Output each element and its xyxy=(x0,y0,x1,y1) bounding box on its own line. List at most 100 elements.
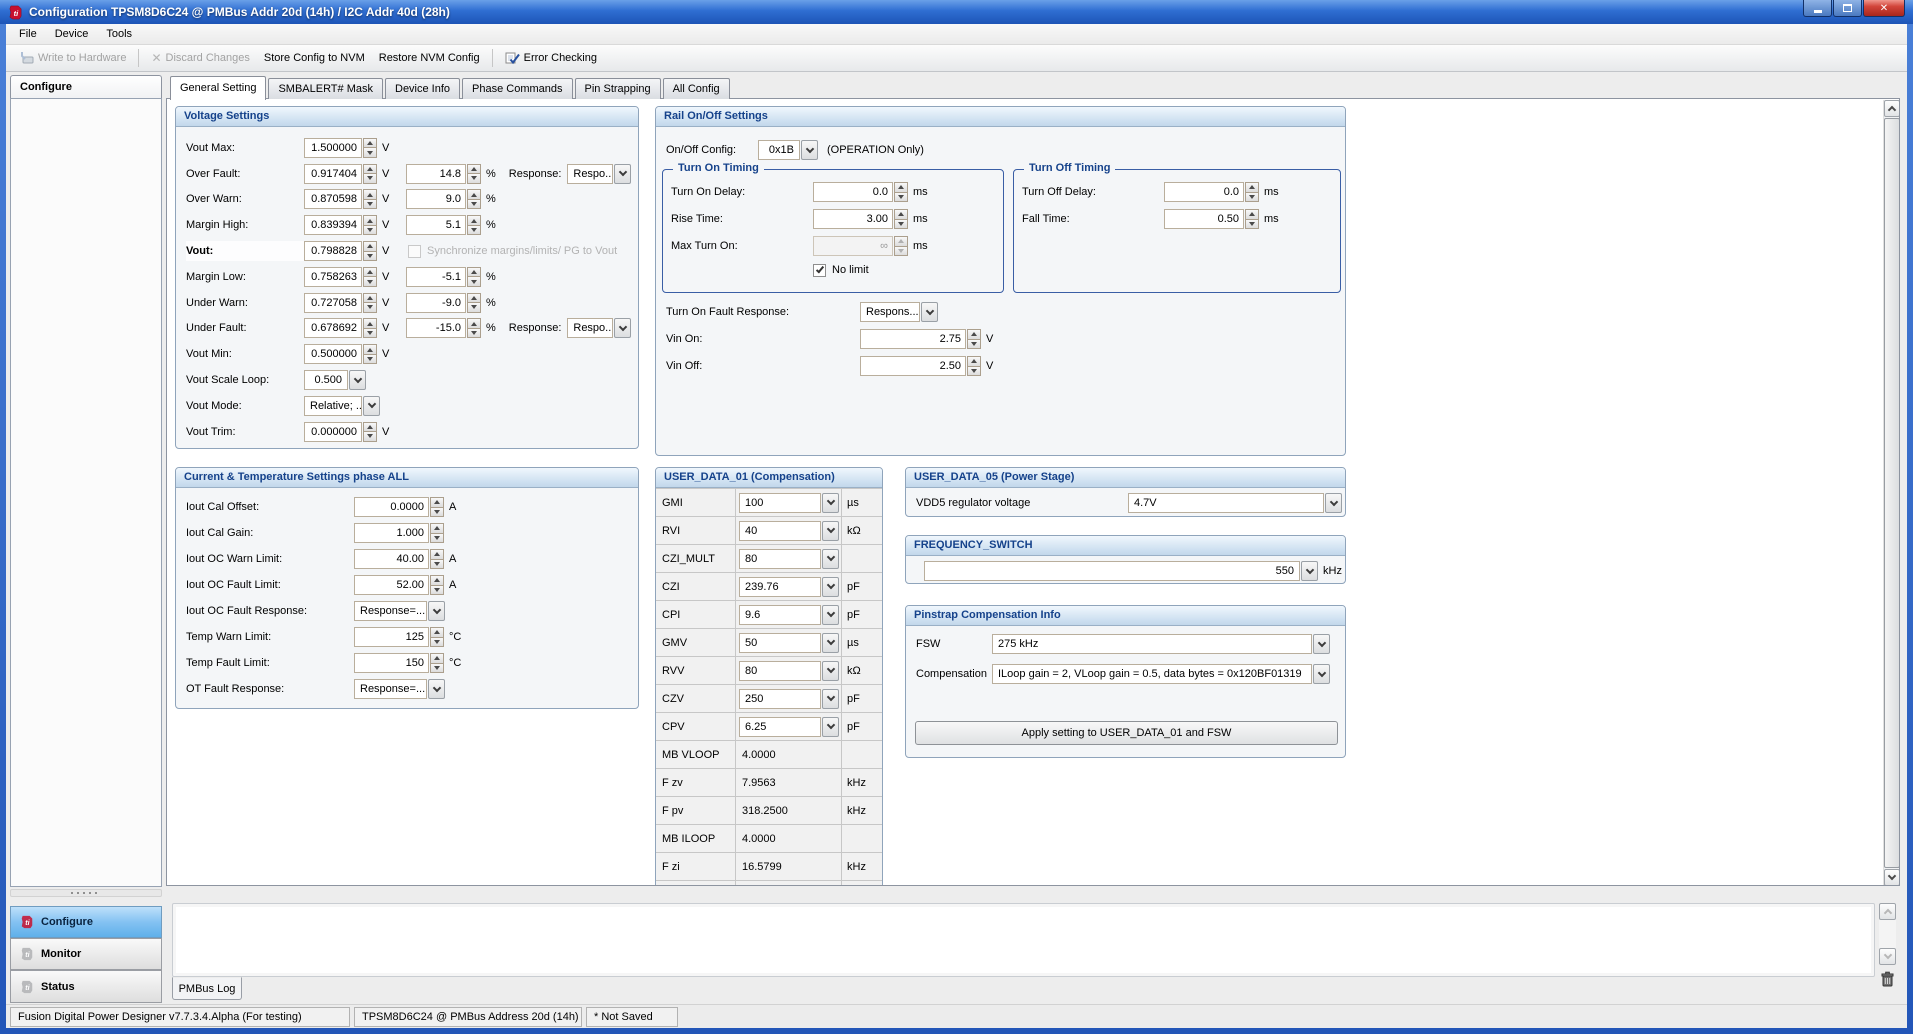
spin-down-button[interactable] xyxy=(467,226,481,236)
spin-down-button[interactable] xyxy=(430,664,444,674)
combo-value[interactable]: Response=... xyxy=(354,601,427,621)
vdd5-combo[interactable]: 4.7V xyxy=(1128,493,1342,513)
spin-down-button[interactable] xyxy=(363,252,377,262)
spin-input[interactable]: 3.00 xyxy=(813,209,893,229)
spin-input[interactable]: -9.0 xyxy=(406,293,466,313)
czv-combo[interactable]: 250 xyxy=(739,689,839,709)
combo-value[interactable]: Respo... xyxy=(567,318,613,338)
sidebar-item-configure[interactable]: ti Configure xyxy=(10,906,162,938)
compensation-combo[interactable]: ILoop gain = 2, VLoop gain = 0.5, data b… xyxy=(992,664,1330,684)
spin-down-button[interactable] xyxy=(467,174,481,184)
spin-down-button[interactable] xyxy=(363,277,377,287)
frequency-combo[interactable]: 550 xyxy=(924,561,1318,581)
dropdown-button[interactable] xyxy=(822,717,839,737)
spin-up-button[interactable] xyxy=(467,318,481,329)
spin-down-button[interactable] xyxy=(363,148,377,158)
cpi-combo[interactable]: 9.6 xyxy=(739,605,839,625)
close-button[interactable]: ✕ xyxy=(1863,0,1905,17)
spin-up-button[interactable] xyxy=(430,627,444,638)
spin-up-button[interactable] xyxy=(363,344,377,355)
dropdown-button[interactable] xyxy=(801,140,818,160)
spin-down-button[interactable] xyxy=(363,226,377,236)
spin-down-button[interactable] xyxy=(967,340,981,350)
spin-input[interactable]: 0.0 xyxy=(813,182,893,202)
spin-down-button[interactable] xyxy=(967,367,981,377)
over-fault-response-combo[interactable]: Respo... xyxy=(567,164,631,184)
spin-up-button[interactable] xyxy=(363,293,377,304)
margin-high-pct-spin[interactable]: 5.1 xyxy=(406,215,481,235)
spin-up-button[interactable] xyxy=(1245,182,1259,193)
spin-down-button[interactable] xyxy=(363,303,377,313)
spin-up-button[interactable] xyxy=(363,267,377,278)
combo-value[interactable]: Response=... xyxy=(354,679,427,699)
dropdown-button[interactable] xyxy=(349,370,366,390)
spin-up-button[interactable] xyxy=(363,318,377,329)
combo-value[interactable]: 9.6 xyxy=(739,605,821,625)
combo-value[interactable]: 80 xyxy=(739,661,821,681)
under-fault-response-combo[interactable]: Respo... xyxy=(567,318,631,338)
menu-device[interactable]: Device xyxy=(46,25,98,43)
combo-value[interactable]: 275 kHz xyxy=(992,634,1312,654)
vin-off-spin[interactable]: 2.50 xyxy=(860,356,981,376)
over-warn-pct-spin[interactable]: 9.0 xyxy=(406,189,481,209)
combo-value[interactable]: 50 xyxy=(739,633,821,653)
spin-input[interactable]: -5.1 xyxy=(406,267,466,287)
combo-value[interactable]: 250 xyxy=(739,689,821,709)
spin-down-button[interactable] xyxy=(430,560,444,570)
pmbus-log-panel[interactable] xyxy=(172,903,1875,977)
dropdown-button[interactable] xyxy=(921,302,938,322)
spin-input[interactable]: 0.000000 xyxy=(304,422,362,442)
menu-file[interactable]: File xyxy=(10,25,46,43)
dropdown-button[interactable] xyxy=(614,318,631,338)
dropdown-button[interactable] xyxy=(614,164,631,184)
spin-up-button[interactable] xyxy=(430,549,444,560)
spin-input[interactable]: 125 xyxy=(354,627,429,647)
spin-up-button[interactable] xyxy=(430,575,444,586)
spin-down-button[interactable] xyxy=(363,174,377,184)
restore-nvm-config-button[interactable]: Restore NVM Config xyxy=(372,48,487,68)
spin-up-button[interactable] xyxy=(467,189,481,200)
dropdown-button[interactable] xyxy=(428,601,445,621)
spin-up-button[interactable] xyxy=(467,267,481,278)
margin-low-spin[interactable]: 0.758263 xyxy=(304,267,377,287)
iout-oc-fault-response-combo[interactable]: Response=... xyxy=(354,601,445,621)
under-fault-spin[interactable]: 0.678692 xyxy=(304,318,377,338)
spin-input[interactable]: 0.917404 xyxy=(304,164,362,184)
combo-value[interactable]: 239.76 xyxy=(739,577,821,597)
spin-input[interactable]: -15.0 xyxy=(406,318,466,338)
spin-down-button[interactable] xyxy=(363,329,377,339)
vout-min-spin[interactable]: 0.500000 xyxy=(304,344,377,364)
spin-up-button[interactable] xyxy=(967,329,981,340)
sidebar-item-status[interactable]: ti Status xyxy=(10,970,162,1003)
spin-down-button[interactable] xyxy=(363,432,377,442)
iout-oc-warn-spin[interactable]: 40.00 xyxy=(354,549,444,569)
spin-down-button[interactable] xyxy=(894,220,908,230)
czi-combo[interactable]: 239.76 xyxy=(739,577,839,597)
combo-value[interactable]: Respo... xyxy=(567,164,613,184)
scrollbar-thumb[interactable] xyxy=(1884,118,1900,868)
temp-warn-spin[interactable]: 125 xyxy=(354,627,444,647)
spin-down-button[interactable] xyxy=(430,638,444,648)
tab-general-setting[interactable]: General Setting xyxy=(170,76,266,100)
spin-input[interactable]: 52.00 xyxy=(354,575,429,595)
spin-input[interactable]: 0.0 xyxy=(1164,182,1244,202)
minimize-button[interactable] xyxy=(1803,0,1832,17)
dropdown-button[interactable] xyxy=(1313,664,1330,684)
combo-value[interactable]: 100 xyxy=(739,493,821,513)
spin-up-button[interactable] xyxy=(467,293,481,304)
gmv-combo[interactable]: 50 xyxy=(739,633,839,653)
vout-trim-spin[interactable]: 0.000000 xyxy=(304,422,377,442)
spin-input[interactable]: 2.75 xyxy=(860,329,966,349)
sidebar-item-monitor[interactable]: ti Monitor xyxy=(10,938,162,970)
spin-down-button[interactable] xyxy=(467,277,481,287)
rvv-combo[interactable]: 80 xyxy=(739,661,839,681)
dropdown-button[interactable] xyxy=(428,679,445,699)
margin-high-spin[interactable]: 0.839394 xyxy=(304,215,377,235)
combo-value[interactable]: Respons... xyxy=(860,302,920,322)
spin-input[interactable]: 0.0000 xyxy=(354,497,429,517)
onoff-config-combo[interactable]: 0x1B xyxy=(758,140,818,160)
combo-value[interactable]: 40 xyxy=(739,521,821,541)
spin-up-button[interactable] xyxy=(363,164,377,175)
spin-up-button[interactable] xyxy=(467,164,481,175)
combo-value[interactable]: 4.7V xyxy=(1128,493,1324,513)
